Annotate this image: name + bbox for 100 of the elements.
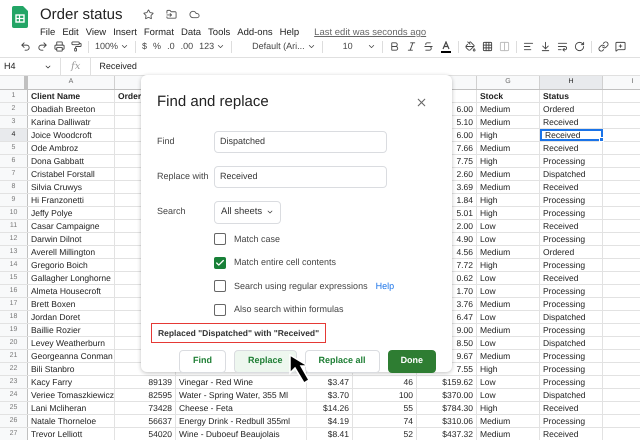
table-cell: 52 bbox=[353, 428, 417, 440]
dialog-button[interactable]: Find bbox=[179, 350, 226, 372]
table-cell: Casar Campaigne bbox=[28, 220, 115, 232]
dialog-button[interactable]: Done bbox=[388, 350, 436, 372]
number-format-dropdown[interactable]: 123 bbox=[199, 40, 226, 54]
field-label: Find bbox=[157, 134, 176, 148]
table-cell: Low bbox=[477, 272, 540, 284]
dialog-button[interactable]: Replace all bbox=[304, 350, 380, 372]
table-cell: Status bbox=[540, 90, 603, 102]
menu-item[interactable]: Tools bbox=[208, 26, 230, 40]
table-cell: Medium bbox=[477, 116, 540, 128]
last-edit-link[interactable]: Last edit was seconds ago bbox=[314, 26, 426, 40]
menu-item[interactable]: Add-ons bbox=[237, 26, 273, 40]
table-cell: Gallagher Longhorne bbox=[28, 272, 115, 284]
menu-item[interactable]: Format bbox=[144, 26, 174, 40]
font-dropdown[interactable]: Default (Ari... bbox=[252, 40, 316, 54]
table-cell: Processing bbox=[540, 415, 603, 427]
text-field[interactable]: Received bbox=[214, 166, 387, 188]
table-cell: Processing bbox=[540, 233, 603, 245]
menu-item[interactable]: File bbox=[40, 26, 56, 40]
table-cell: Trevor Lelliott bbox=[28, 428, 115, 440]
table-cell: Baillie Rozier bbox=[28, 324, 115, 336]
table-cell: Low bbox=[477, 233, 540, 245]
table-cell: $370.00 bbox=[417, 389, 477, 401]
table-cell: Client Name bbox=[28, 90, 115, 102]
table-cell: Dispatched bbox=[540, 168, 603, 180]
option-label: Match case bbox=[234, 232, 280, 246]
increase-decimal-button[interactable]: .00 bbox=[180, 40, 194, 54]
table-cell: Processing bbox=[540, 285, 603, 297]
table-cell: High bbox=[477, 363, 540, 375]
table-cell: $3.70 bbox=[307, 389, 353, 401]
table-cell: Gregorio Boich bbox=[28, 259, 115, 271]
table-cell: Processing bbox=[540, 363, 603, 375]
table-cell: Medium bbox=[477, 181, 540, 193]
table-cell: Low bbox=[477, 337, 540, 349]
table-cell: Received bbox=[540, 272, 603, 284]
table-cell: Lani Mcliheran bbox=[28, 402, 115, 414]
table-cell: Low bbox=[477, 389, 540, 401]
table-cell: Obadiah Breeton bbox=[28, 103, 115, 115]
table-cell: Medium bbox=[477, 298, 540, 310]
table-cell: $4.19 bbox=[307, 415, 353, 427]
table-cell: Low bbox=[477, 311, 540, 323]
table-cell: Almeta Housecroft bbox=[28, 285, 115, 297]
table-cell: $8.41 bbox=[307, 428, 353, 440]
field-label: Replace with bbox=[157, 170, 210, 183]
table-cell: $310.06 bbox=[417, 415, 477, 427]
table-cell: Joice Woodcroft bbox=[28, 129, 115, 141]
table-cell: Processing bbox=[540, 376, 603, 388]
table-cell: Natale Thorneloe bbox=[28, 415, 115, 427]
table-cell: 74 bbox=[353, 415, 417, 427]
table-cell: 55 bbox=[353, 402, 417, 414]
decrease-decimal-button[interactable]: .0 bbox=[167, 40, 175, 54]
table-cell: $159.62 bbox=[417, 376, 477, 388]
table-cell: Medium bbox=[477, 246, 540, 258]
text-field[interactable]: Dispatched bbox=[214, 130, 387, 152]
table-cell: Georgeanna Conman bbox=[28, 350, 115, 362]
table-cell: Processing bbox=[540, 350, 603, 362]
name-box[interactable]: H4 bbox=[0, 58, 61, 75]
table-cell: Medium bbox=[477, 103, 540, 115]
status-message: Replaced "Dispatched" with "Received" bbox=[151, 322, 326, 344]
table-cell: Silvia Cruwys bbox=[28, 181, 115, 193]
table-cell: Medium bbox=[477, 428, 540, 440]
table-cell: Received bbox=[540, 220, 603, 232]
menu-item[interactable]: Edit bbox=[62, 26, 79, 40]
table-cell: High bbox=[477, 259, 540, 271]
active-cell: Received bbox=[540, 129, 603, 141]
table-cell: 89139 bbox=[115, 376, 176, 388]
table-cell: Processing bbox=[540, 155, 603, 167]
percent-button[interactable]: % bbox=[153, 40, 162, 54]
function-icon: fx bbox=[61, 59, 90, 74]
table-cell: Dispatched bbox=[540, 389, 603, 401]
table-cell: Low bbox=[477, 220, 540, 232]
table-cell: High bbox=[477, 129, 540, 141]
search-scope-dropdown[interactable]: All sheets bbox=[214, 200, 282, 224]
menu-item[interactable]: Help bbox=[280, 26, 300, 40]
menu-item[interactable]: View bbox=[86, 26, 106, 40]
table-cell: Received bbox=[540, 142, 603, 154]
currency-button[interactable]: $ bbox=[142, 40, 148, 54]
table-cell: 46 bbox=[353, 376, 417, 388]
menu-item[interactable]: Insert bbox=[113, 26, 137, 40]
menu-item[interactable]: Data bbox=[180, 26, 202, 40]
table-cell: Medium bbox=[477, 168, 540, 180]
table-cell: Processing bbox=[540, 194, 603, 206]
table-cell: Dispatched bbox=[540, 337, 603, 349]
table-cell: High bbox=[477, 155, 540, 167]
zoom-dropdown[interactable]: 100% bbox=[95, 40, 130, 54]
document-title[interactable]: Order status bbox=[40, 7, 123, 22]
table-cell: Jeffy Polye bbox=[28, 207, 115, 219]
table-cell: Processing bbox=[540, 324, 603, 336]
table-cell: Kacy Farry bbox=[28, 376, 115, 388]
table-cell: Processing bbox=[540, 298, 603, 310]
table-cell: High bbox=[477, 402, 540, 414]
option-label: Search using regular expressions bbox=[234, 280, 368, 293]
table-cell: Processing bbox=[540, 259, 603, 271]
table-cell: Bili Stanbro bbox=[28, 363, 115, 375]
table-cell: Medium bbox=[477, 350, 540, 362]
help-link[interactable]: Help bbox=[376, 280, 394, 293]
table-cell: Dispatched bbox=[540, 311, 603, 323]
table-cell: Received bbox=[540, 428, 603, 440]
font-size-dropdown[interactable]: 10 bbox=[342, 40, 353, 54]
